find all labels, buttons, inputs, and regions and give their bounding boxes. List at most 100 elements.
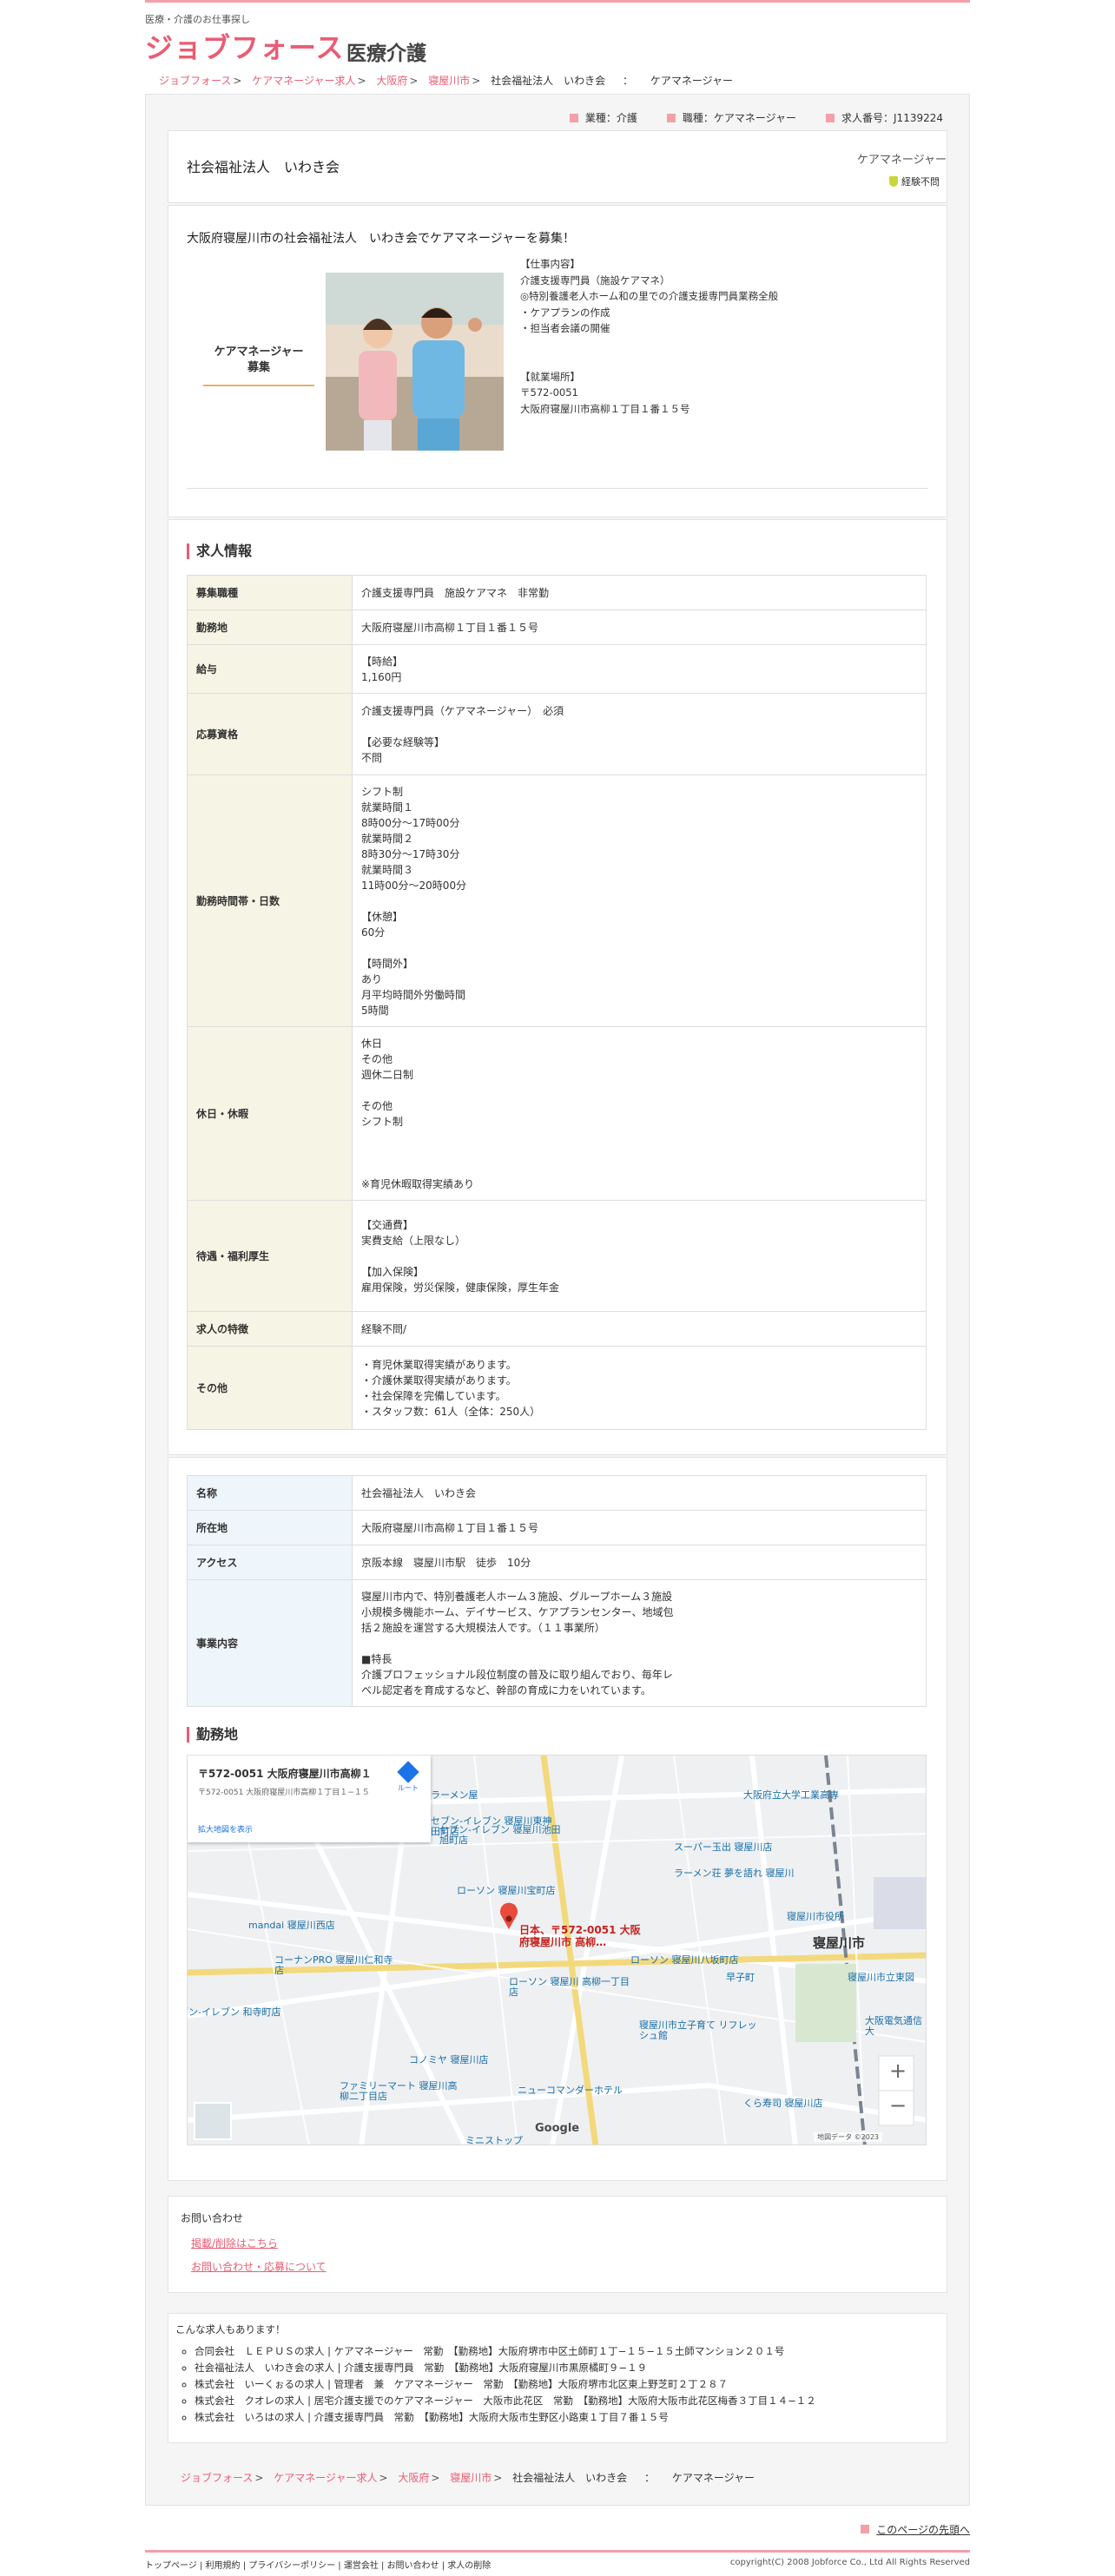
footer-link-terms[interactable]: 利用規約 — [206, 2561, 241, 2571]
breadcrumb-job: ケアマネージャー — [650, 75, 734, 87]
company-row: アクセス 京阪本線 寝屋川市駅 徒歩 10分 — [187, 1545, 927, 1580]
delete-listing-link[interactable]: 掲載/削除はこちら — [191, 2236, 278, 2250]
footer-line — [145, 2550, 970, 2553]
experience-badge: 経験不問 — [889, 175, 940, 188]
bullet-icon — [569, 114, 578, 122]
other-job-item[interactable]: 社会福祉法人 いわき会の求人 | 介護支援専門員 常勤 【勤務地】大阪府寝屋川市… — [195, 2360, 816, 2376]
job-info-table: 募集職種 介護支援専門員 施設ケアマネ 非常勤 勤務地 大阪府寝屋川市高柳１丁目１番１… — [187, 575, 927, 1430]
job-value: 経験不問/ — [352, 1311, 927, 1347]
breadcrumb-link-category[interactable]: ケアマネージャー求人 — [252, 75, 355, 87]
map-label: ミニストップ — [465, 2135, 523, 2145]
footer-link-contact[interactable]: お問い合わせ — [387, 2561, 439, 2571]
bullet-icon — [666, 114, 676, 122]
map-label: ローソン 寝屋川宝町店 — [457, 1885, 556, 1896]
map-label: 寝屋川市立子育て リフレッシュ館 — [639, 2019, 757, 2041]
header-tagline: 医療・介護のお仕事探し — [145, 14, 250, 25]
job-label: 勤務地 — [187, 609, 353, 645]
breadcrumb-current: 社会福祉法人 いわき会 — [512, 2472, 628, 2484]
breadcrumb-link-city[interactable]: 寝屋川市 — [428, 75, 470, 87]
map-label: mandai 寝屋川西店 — [248, 1920, 335, 1931]
job-row: 勤務時間帯・日数 シフト制 就業時間１ 8時00分～17時00分 就業時間２ 8時… — [187, 774, 927, 1027]
breadcrumb-bottom: ジョブフォース > ケアマネージャー求人 > 大阪府 > 寝屋川市 > 社会福祉法人 い… — [181, 2472, 755, 2484]
map-label: ラーメン屋 — [431, 1789, 478, 1801]
map-label: 寝屋川市 — [813, 1935, 866, 1951]
map-card-title: 〒572-0051 大阪府寝屋川市高柳１丁目１−１５ — [198, 1768, 372, 1780]
map-label: コノミヤ 寝屋川店 — [409, 2054, 489, 2065]
company-label: アクセス — [187, 1545, 353, 1580]
page-top-link[interactable]: このページの先頭へ — [861, 2522, 970, 2537]
map-label: セブン-イレブン 寝屋川東神田町店 — [431, 1815, 552, 1837]
map-label: 寝屋川市立東図 — [848, 1972, 914, 1983]
company-label: 所在地 — [187, 1510, 353, 1545]
zoom-in-button[interactable]: + — [889, 2059, 907, 2083]
map-info-card: 〒572-0051 大阪府寝屋川市高柳１丁目１−１５ 〒572-0051 大阪府… — [188, 1756, 431, 1842]
breadcrumb-separator: ： — [623, 75, 634, 87]
job-label: その他 — [187, 1346, 353, 1430]
other-job-item[interactable]: 株式会社 いーくぉるの求人 | 管理者 兼 ケアマネージャー 常勤 【勤務地】大… — [195, 2376, 816, 2393]
google-logo: Google — [535, 2122, 580, 2135]
job-label: 給与 — [187, 644, 353, 694]
company-header-panel: 社会福祉法人 いわき会 ケアマネージャー 経験不問 — [168, 130, 947, 203]
map-embed[interactable]: 〒572-0051 大阪府寝屋川市高柳１丁目１−１５ 〒572-0051 大阪府… — [187, 1755, 927, 2145]
map-label: コーナンPRO 寝屋川仁和寺店 — [274, 1954, 393, 1976]
site-logo[interactable]: ジョブフォース — [145, 26, 344, 66]
company-value: 京阪本線 寝屋川市駅 徒歩 10分 — [352, 1545, 927, 1580]
job-label: 応募資格 — [187, 693, 353, 775]
breadcrumb-job: ケアマネージャー — [671, 2472, 755, 2484]
breadcrumb-link-top[interactable]: ジョブフォース — [181, 2472, 253, 2484]
job-value: 【交通費】 実費支給（上限なし） 【加入保険】 雇用保険，労災保険，健康保険，厚… — [352, 1200, 927, 1312]
company-row: 名称 社会福祉法人 いわき会 — [187, 1475, 927, 1511]
footer-link-top[interactable]: トップページ — [145, 2561, 197, 2571]
breadcrumb-link-city[interactable]: 寝屋川市 — [450, 2472, 492, 2484]
breadcrumb-link-prefecture[interactable]: 大阪府 — [376, 75, 407, 87]
zoom-out-button[interactable]: − — [889, 2093, 907, 2118]
leaf-icon — [889, 176, 898, 187]
contact-panel: お問い合わせ 掲載/削除はこちら お問い合わせ・応募について — [168, 2196, 947, 2293]
other-job-item[interactable]: 株式会社 クオレの求人 | 居宅介護支援でのケアマネージャー 大阪市此花区 常勤… — [195, 2393, 816, 2409]
bullet-icon — [826, 114, 835, 122]
job-meta: 業種：介護 職種：ケアマネージャー 求人番号：J1139224 — [569, 110, 943, 125]
job-info-heading: 求人情報 — [187, 544, 252, 559]
company-label: 事業内容 — [187, 1579, 353, 1707]
company-info-table: 名称 社会福祉法人 いわき会 所在地 大阪府寝屋川市高柳１丁目１番１５号 アクセス 京阪本… — [187, 1475, 927, 1707]
meta-job-id: 求人番号：J1139224 — [826, 110, 943, 125]
map-heading: 勤務地 — [187, 1727, 238, 1743]
top-accent-line — [145, 0, 970, 3]
map-enlarge-link[interactable]: 拡大地図を表示 — [198, 1823, 253, 1835]
map-label: ローソン 寝屋川八坂町店 — [630, 1954, 739, 1966]
site-logo-sub: 医療介護 — [346, 43, 426, 65]
map-label: 大阪電気通信大 — [865, 2015, 922, 2037]
job-row: 勤務地 大阪府寝屋川市高柳１丁目１番１５号 — [187, 609, 927, 645]
footer-link-delete[interactable]: 求人の削除 — [447, 2561, 491, 2571]
breadcrumb-link-category[interactable]: ケアマネージャー求人 — [274, 2472, 377, 2484]
job-row: 応募資格 介護支援専門員（ケアマネージャー） 必須 【必要な経験等】 不問 — [187, 693, 927, 775]
map-card-address: 〒572-0051 大阪府寝屋川市高柳１丁目１−１５ — [198, 1789, 370, 1797]
contact-apply-link[interactable]: お問い合わせ・応募について — [191, 2259, 327, 2274]
map-label: ブン-イレブン 和寺町店 — [187, 2006, 281, 2018]
breadcrumb-separator: ： — [644, 2472, 656, 2484]
breadcrumb-link-prefecture[interactable]: 大阪府 — [398, 2472, 429, 2484]
other-jobs-panel: こんな求人もあります！ 合同会社 ＬＥＰＵＳの求人 | ケアマネージャー 常勤 … — [168, 2313, 947, 2443]
job-value: 介護支援専門員 施設ケアマネ 非常勤 — [352, 575, 927, 610]
meta-occupation: 職種：ケアマネージャー — [666, 110, 796, 125]
main-content: 業種：介護 職種：ケアマネージャー 求人番号：J1139224 社会福祉法人 い… — [145, 94, 970, 2506]
company-value: 大阪府寝屋川市高柳１丁目１番１５号 — [352, 1510, 927, 1545]
other-job-item[interactable]: 合同会社 ＬＥＰＵＳの求人 | ケアマネージャー 常勤 【勤務地】大阪府堺市中区… — [195, 2343, 816, 2360]
other-job-item[interactable]: 株式会社 いろはの求人 | 介護支援専門員 常勤 【勤務地】大阪府大阪市生野区小… — [195, 2409, 816, 2426]
footer-copyright: copyright(C) 2008 Jobforce Co., Ltd All … — [729, 2558, 970, 2567]
breadcrumb-link-top[interactable]: ジョブフォース — [159, 75, 231, 87]
map-label: 大阪府立大学工業高専 — [743, 1789, 839, 1801]
job-label: 勤務時間帯・日数 — [187, 774, 353, 1027]
map-label: ニューコマンダーホテル — [518, 2085, 623, 2096]
map-label: ローソン 寝屋川 高柳一丁目店 — [509, 1976, 630, 1998]
footer-link-privacy[interactable]: プライバシーポリシー — [248, 2561, 335, 2571]
breadcrumb: ジョブフォース > ケアマネージャー求人 > 大阪府 > 寝屋川市 > 社会福祉法人 い… — [159, 75, 734, 87]
map-route-button[interactable]: ルート — [397, 1761, 419, 1793]
map-label: ラーメン荘 夢を語れ 寝屋川 — [674, 1868, 795, 1879]
map-label: 寝屋川市役所 — [787, 1911, 844, 1922]
intro-headline: 大阪府寝屋川市の社会福祉法人 いわき会でケアマネージャーを募集！ — [187, 232, 576, 246]
intro-job-label: ケアマネージャー 募集 — [203, 345, 314, 386]
job-row: 給与 【時給】 1,160円 — [187, 644, 927, 694]
job-value: シフト制 就業時間１ 8時00分～17時00分 就業時間２ 8時30分～17時3… — [352, 774, 927, 1027]
footer-link-company[interactable]: 運営会社 — [344, 2561, 379, 2571]
